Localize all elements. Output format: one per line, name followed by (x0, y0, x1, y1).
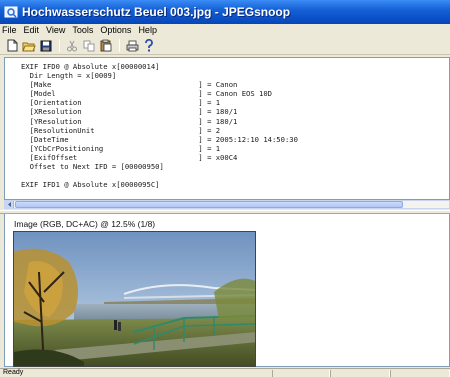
scrollbar-thumb[interactable] (15, 201, 403, 208)
menu-edit[interactable]: Edit (24, 25, 40, 35)
image-caption: Image (RGB, DC+AC) @ 12.5% (1/8) (14, 219, 156, 229)
app-window: Hochwasserschutz Beuel 003.jpg - JPEGsno… (0, 0, 450, 377)
menu-options[interactable]: Options (100, 25, 131, 35)
copy-icon[interactable] (81, 39, 97, 53)
print-icon[interactable] (124, 39, 140, 53)
status-pane (330, 370, 390, 377)
app-icon (4, 6, 18, 18)
horizontal-scrollbar[interactable] (4, 200, 450, 209)
window-title: Hochwasserschutz Beuel 003.jpg - JPEGsno… (22, 5, 291, 19)
status-text: Ready (3, 369, 24, 376)
menu-help[interactable]: Help (138, 25, 157, 35)
status-pane (272, 370, 330, 377)
image-preview (13, 231, 256, 367)
menu-tools[interactable]: Tools (72, 25, 93, 35)
toolbar-separator (119, 39, 120, 52)
status-pane (390, 370, 450, 377)
help-icon[interactable] (141, 39, 157, 53)
open-icon[interactable] (21, 39, 37, 53)
menu-bar: File Edit View Tools Options Help (0, 24, 450, 36)
new-icon[interactable] (4, 39, 20, 53)
title-bar[interactable]: Hochwasserschutz Beuel 003.jpg - JPEGsno… (0, 0, 450, 24)
report-panel[interactable]: EXIF IFD0 @ Absolute x[00000014] Dir Len… (4, 57, 450, 200)
save-icon[interactable] (38, 39, 54, 53)
paste-icon[interactable] (98, 39, 114, 53)
menu-view[interactable]: View (46, 25, 65, 35)
toolbar-separator (59, 39, 60, 52)
toolbar (0, 37, 450, 55)
status-bar: Ready (0, 368, 450, 377)
scroll-left-arrow-icon[interactable] (5, 201, 14, 208)
report-text: EXIF IFD0 @ Absolute x[00000014] Dir Len… (21, 62, 298, 190)
menu-file[interactable]: File (2, 25, 17, 35)
cut-icon[interactable] (64, 39, 80, 53)
